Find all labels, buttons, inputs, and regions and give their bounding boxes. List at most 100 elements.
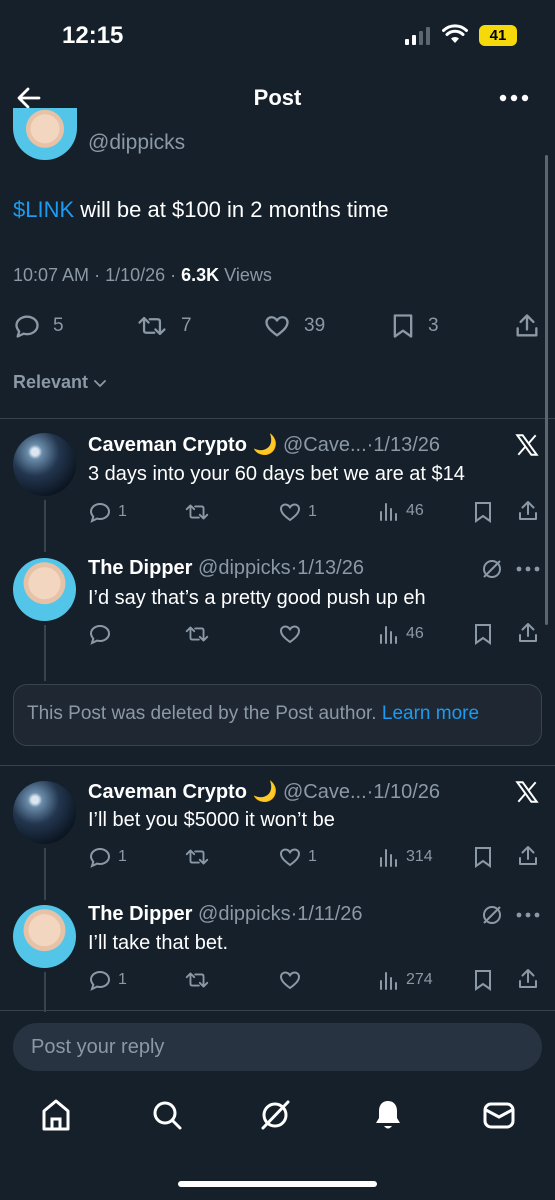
- views-button[interactable]: 274: [378, 969, 433, 991]
- x-logo-icon: [514, 432, 540, 458]
- home-indicator: [178, 1181, 377, 1187]
- bookmark-button[interactable]: [472, 622, 494, 646]
- views-button[interactable]: 46: [378, 623, 424, 645]
- page-title: Post: [253, 85, 302, 110]
- reply-icon: [89, 847, 111, 868]
- heart-icon: [279, 503, 301, 522]
- reply-button[interactable]: 1: [88, 968, 127, 992]
- views-button[interactable]: 46: [378, 500, 424, 522]
- heart-icon: [279, 625, 301, 644]
- bookmark-stat-button[interactable]: 3: [390, 312, 439, 340]
- thread-line: [44, 848, 46, 900]
- post-time: 10:07 AM: [13, 265, 90, 285]
- reply-date: 1/10/26: [373, 781, 441, 803]
- like-button[interactable]: [278, 622, 302, 646]
- share-button[interactable]: [516, 967, 540, 991]
- more-options-icon[interactable]: [499, 94, 529, 102]
- reply-handle: @dippicks: [198, 557, 291, 579]
- like-count: 39: [304, 315, 326, 336]
- reply-author[interactable]: Caveman Crypto 🌙 @Cave...·1/13/26: [88, 432, 440, 457]
- repost-stat-button[interactable]: 7: [135, 312, 192, 340]
- reply-avatar[interactable]: [13, 558, 76, 621]
- reply-icon: [89, 970, 111, 991]
- share-button[interactable]: [516, 621, 540, 645]
- reply-text: I’ll take that bet.: [88, 932, 229, 954]
- learn-more-link[interactable]: Learn more: [382, 703, 479, 724]
- bookmark-button[interactable]: [472, 968, 494, 992]
- reply-icon: [89, 502, 111, 523]
- reply-input[interactable]: Post your reply: [13, 1023, 542, 1071]
- bookmark-button[interactable]: [472, 845, 494, 869]
- like-stat-button[interactable]: 39: [262, 312, 325, 340]
- repost-icon: [185, 972, 209, 988]
- share-button[interactable]: [516, 844, 540, 868]
- grok-icon[interactable]: [481, 904, 503, 926]
- post-date: 1/10/26: [105, 265, 166, 285]
- bookmark-icon: [475, 847, 491, 868]
- share-icon: [519, 969, 537, 988]
- repost-button[interactable]: [183, 968, 211, 992]
- reply-author-name: The Dipper: [88, 903, 193, 925]
- more-options-icon[interactable]: [516, 566, 540, 572]
- views-button[interactable]: 314: [378, 846, 433, 868]
- repost-icon: [185, 626, 209, 642]
- post-meta: 10:07 AM · 1/10/26 · 6.3K Views: [13, 265, 272, 285]
- like-button[interactable]: 1: [278, 845, 317, 869]
- search-icon[interactable]: [151, 1098, 183, 1132]
- bookmark-button[interactable]: [472, 500, 494, 524]
- reply-avatar[interactable]: [13, 781, 76, 844]
- share-icon: [519, 623, 537, 642]
- share-icon[interactable]: [513, 312, 541, 340]
- sort-dropdown[interactable]: Relevant: [13, 372, 108, 393]
- thread-line: [44, 972, 46, 1012]
- like-count: 1: [308, 503, 317, 520]
- cashtag-link[interactable]: $LINK: [13, 197, 74, 222]
- bookmark-icon: [475, 624, 491, 645]
- messages-envelope-icon[interactable]: [482, 1098, 516, 1132]
- sort-label: Relevant: [13, 372, 89, 392]
- repost-button[interactable]: [183, 622, 211, 646]
- reply-date: 1/13/26: [297, 557, 364, 579]
- reply-author[interactable]: The Dipper @dippicks·1/13/26: [88, 557, 364, 580]
- moon-emoji: 🌙: [252, 781, 278, 803]
- wifi-icon: [442, 24, 468, 44]
- deleted-post-notice: This Post was deleted by the Post author…: [13, 684, 542, 746]
- notifications-bell-icon[interactable]: [372, 1098, 404, 1132]
- cellular-signal-icon: [405, 27, 433, 45]
- reply-handle: @Cave...: [282, 781, 367, 803]
- repost-icon: [138, 316, 166, 336]
- battery-indicator: 41: [479, 25, 517, 46]
- reply-author[interactable]: The Dipper @dippicks·1/11/26: [88, 903, 363, 926]
- grok-icon[interactable]: [481, 558, 503, 580]
- home-icon[interactable]: [40, 1098, 72, 1132]
- reply-stat-button[interactable]: 5: [13, 312, 64, 340]
- like-count: 1: [308, 848, 317, 865]
- reply-button[interactable]: 1: [88, 500, 127, 524]
- author-avatar[interactable]: [13, 108, 77, 160]
- repost-icon: [185, 504, 209, 520]
- heart-icon: [279, 971, 301, 990]
- more-options-icon[interactable]: [516, 912, 540, 918]
- grok-icon[interactable]: [258, 1098, 292, 1132]
- scrollbar[interactable]: [545, 155, 548, 625]
- reply-author[interactable]: Caveman Crypto 🌙 @Cave...·1/10/26: [88, 779, 440, 804]
- like-button[interactable]: 1: [278, 500, 317, 524]
- share-icon: [519, 501, 537, 520]
- like-button[interactable]: [278, 968, 302, 992]
- reply-avatar[interactable]: [13, 905, 76, 968]
- reply-date: 1/13/26: [373, 434, 441, 456]
- reply-count: 5: [53, 315, 64, 336]
- post-text: $LINK will be at $100 in 2 months time: [13, 197, 388, 223]
- author-handle[interactable]: @dippicks: [88, 131, 185, 155]
- reply-avatar[interactable]: [13, 433, 76, 496]
- repost-button[interactable]: [183, 500, 211, 524]
- reply-button[interactable]: [88, 622, 112, 646]
- chevron-down-icon: [94, 379, 106, 387]
- status-time: 12:15: [62, 22, 124, 49]
- reply-handle: @dippicks: [198, 903, 291, 925]
- reply-button[interactable]: 1: [88, 845, 127, 869]
- repost-button[interactable]: [183, 845, 211, 869]
- heart-icon: [265, 316, 289, 337]
- share-button[interactable]: [516, 499, 540, 523]
- reply-author-name: The Dipper: [88, 557, 193, 579]
